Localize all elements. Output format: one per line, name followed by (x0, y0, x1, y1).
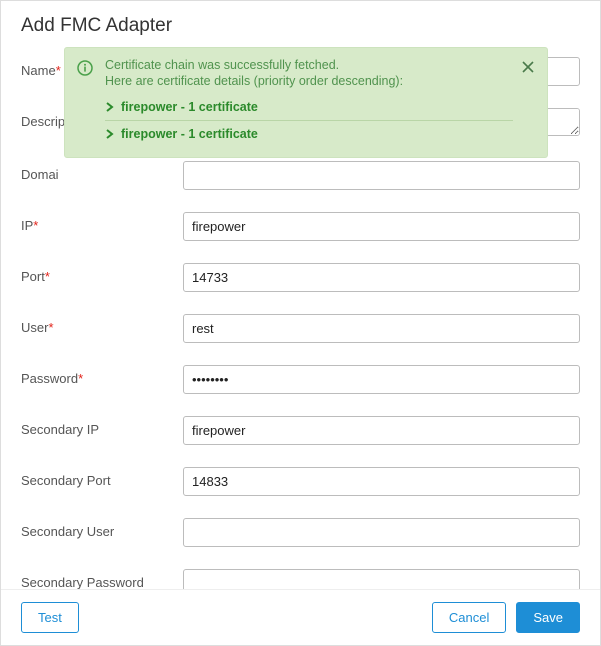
secondary-ip-field[interactable] (183, 416, 580, 445)
form-row-domains: Domai (21, 161, 580, 190)
port-field[interactable] (183, 263, 580, 292)
secondary-password-field[interactable] (183, 569, 580, 589)
secondary-user-field[interactable] (183, 518, 580, 547)
label-secondary-password: Secondary Password (21, 569, 183, 589)
banner-message-1: Certificate chain was successfully fetch… (105, 58, 513, 72)
label-port: Port* (21, 263, 183, 284)
form-row-secondary-port: Secondary Port (21, 467, 580, 496)
label-password: Password* (21, 365, 183, 386)
form-row-ip: IP* (21, 212, 580, 241)
form-row-user: User* (21, 314, 580, 343)
form-row-password: Password* (21, 365, 580, 394)
label-domains: Domai (21, 161, 183, 182)
label-secondary-ip: Secondary IP (21, 416, 183, 437)
ip-field[interactable] (183, 212, 580, 241)
dialog-footer: Test Cancel Save (1, 589, 600, 645)
banner-cert-row[interactable]: firepower - 1 certificate (105, 121, 513, 147)
label-ip: IP* (21, 212, 183, 233)
secondary-port-field[interactable] (183, 467, 580, 496)
user-field[interactable] (183, 314, 580, 343)
banner-message-2: Here are certificate details (priority o… (105, 74, 513, 88)
label-secondary-user: Secondary User (21, 518, 183, 539)
dialog-body: Certificate chain was successfully fetch… (1, 47, 600, 589)
success-banner: Certificate chain was successfully fetch… (64, 47, 548, 158)
cancel-button[interactable]: Cancel (432, 602, 506, 633)
banner-cert-link: firepower - 1 certificate (121, 100, 258, 114)
save-button[interactable]: Save (516, 602, 580, 633)
dialog-title: Add FMC Adapter (1, 1, 600, 47)
label-secondary-port: Secondary Port (21, 467, 183, 488)
test-button[interactable]: Test (21, 602, 79, 633)
form-row-port: Port* (21, 263, 580, 292)
banner-cert-link: firepower - 1 certificate (121, 127, 258, 141)
form-row-secondary-ip: Secondary IP (21, 416, 580, 445)
form-row-secondary-password: Secondary Password (21, 569, 580, 589)
password-field[interactable] (183, 365, 580, 394)
chevron-right-icon (105, 102, 115, 112)
form-row-secondary-user: Secondary User (21, 518, 580, 547)
chevron-right-icon (105, 129, 115, 139)
domains-field[interactable] (183, 161, 580, 190)
info-icon (77, 60, 93, 76)
add-fmc-adapter-dialog: Add FMC Adapter Certificate chain was su… (0, 0, 601, 646)
banner-cert-row[interactable]: firepower - 1 certificate (105, 94, 513, 121)
close-icon[interactable] (519, 58, 537, 76)
label-user: User* (21, 314, 183, 335)
